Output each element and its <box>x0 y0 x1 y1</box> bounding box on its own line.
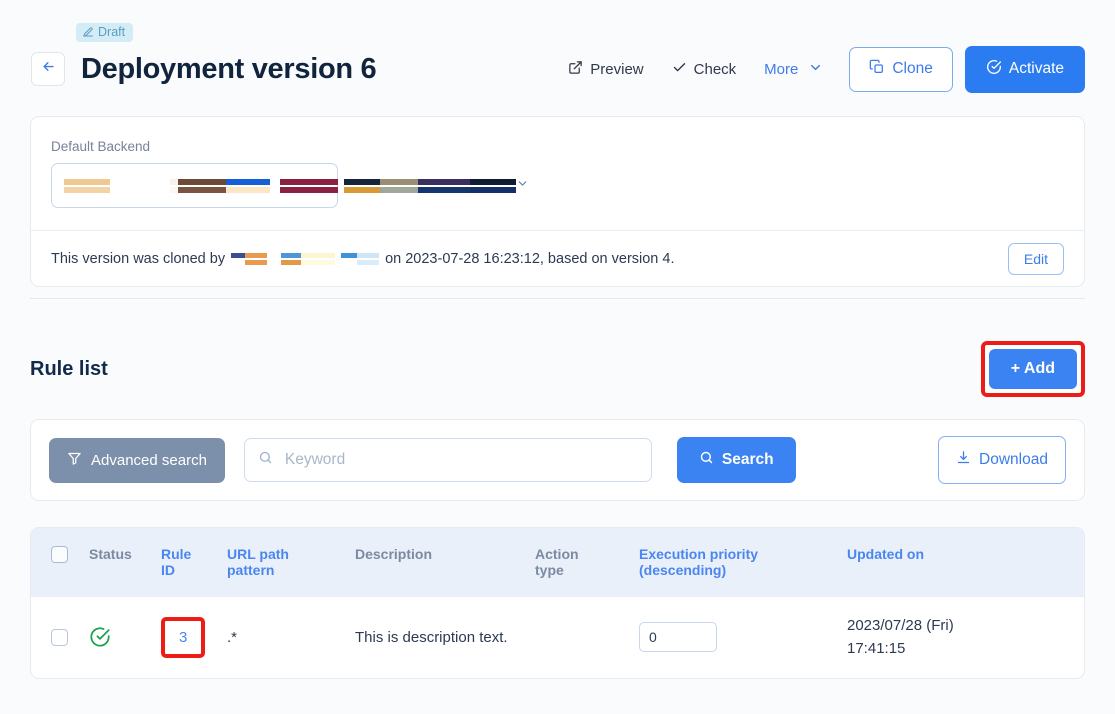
back-button[interactable] <box>31 52 65 86</box>
redacted-username <box>231 252 380 265</box>
download-button[interactable]: Download <box>938 436 1066 484</box>
row-select-cell <box>31 597 89 678</box>
table-row: 3 .* This is description text. 2023/07/2… <box>31 596 1084 678</box>
search-icon <box>258 450 273 470</box>
column-header-action-type: Action type <box>535 546 579 578</box>
rule-table-card: Status Rule ID URL path pattern Descript… <box>30 527 1085 679</box>
page-title: Deployment version 6 <box>81 52 377 85</box>
copy-icon <box>869 59 885 80</box>
row-url-pattern-cell: .* <box>227 628 238 646</box>
activate-button[interactable]: Activate <box>964 45 1085 93</box>
search-label: Search <box>721 451 774 468</box>
download-label: Download <box>979 451 1048 468</box>
chevron-down-icon <box>516 177 529 195</box>
preview-button[interactable]: Preview <box>554 52 657 87</box>
header-actions: Preview Check More Clone Activate <box>554 45 1085 93</box>
row-status-cell <box>89 597 161 678</box>
clone-label: Clone <box>892 60 933 77</box>
pencil-icon <box>82 26 94 38</box>
add-button-highlight: + Add <box>980 341 1085 397</box>
default-backend-select[interactable] <box>51 163 527 208</box>
row-description-cell: This is description text. <box>355 628 508 646</box>
chevron-down-icon <box>805 60 823 79</box>
filter-icon <box>67 451 82 470</box>
rule-id-link[interactable]: 3 <box>179 629 187 646</box>
clone-info-suffix: on 2023-07-28 16:23:12, based on version… <box>385 250 675 267</box>
rule-table: Status Rule ID URL path pattern Descript… <box>31 528 1084 678</box>
edit-button[interactable]: Edit <box>1007 242 1064 275</box>
status-badge: Draft <box>76 23 134 42</box>
select-all-checkbox[interactable] <box>51 546 68 563</box>
column-header-updated-on[interactable]: Updated on <box>847 528 1084 597</box>
check-circle-icon <box>89 626 161 648</box>
column-header-rule-id[interactable]: Rule ID <box>161 528 227 597</box>
updated-date: 2023/07/28 (Fri) <box>847 617 954 634</box>
default-backend-label: Default Backend <box>51 139 151 154</box>
check-circle-icon <box>986 59 1002 80</box>
select-all-header <box>31 528 89 597</box>
row-action-type-cell <box>535 597 639 678</box>
rule-list-title: Rule list <box>30 357 108 380</box>
column-header-url-path-pattern[interactable]: URL path pattern <box>227 528 355 597</box>
row-updated-cell: 2023/07/28 (Fri) 17:41:15 <box>847 597 1084 678</box>
clone-info-line: This version was cloned by on 2023-07-28… <box>31 231 1084 286</box>
download-icon <box>956 450 971 470</box>
title-row: Deployment version 6 Preview Check More … <box>0 45 1115 93</box>
rule-id-highlight: 3 <box>161 616 206 658</box>
clone-button[interactable]: Clone <box>849 46 953 92</box>
check-label: Check <box>693 60 737 78</box>
add-button[interactable]: + Add <box>988 349 1077 389</box>
section-divider <box>30 298 1085 299</box>
search-toolbar: Advanced search Search Download <box>30 419 1085 501</box>
advanced-search-button[interactable]: Advanced search <box>49 437 225 483</box>
preview-label: Preview <box>590 60 644 78</box>
keyword-search-box[interactable] <box>243 438 652 482</box>
search-button[interactable]: Search <box>676 437 796 483</box>
search-icon <box>699 450 714 470</box>
check-icon <box>672 60 687 79</box>
more-label: More <box>764 60 799 78</box>
rule-list-header: Rule list + Add <box>30 341 1085 397</box>
updated-time: 17:41:15 <box>847 640 906 658</box>
external-link-icon <box>568 60 583 79</box>
row-priority-cell <box>639 597 847 678</box>
activate-label: Activate <box>1008 60 1064 77</box>
advanced-search-label: Advanced search <box>91 451 207 469</box>
arrow-left-icon <box>41 59 56 79</box>
redacted-backend-value <box>64 178 516 193</box>
row-checkbox[interactable] <box>51 628 68 646</box>
table-body: 3 .* This is description text. 2023/07/2… <box>31 596 1084 678</box>
clone-info-prefix: This version was cloned by <box>51 250 226 267</box>
column-header-execution-priority[interactable]: Execution priority (descending) <box>639 528 847 597</box>
priority-input[interactable] <box>639 622 717 653</box>
table-header-row: Status Rule ID URL path pattern Descript… <box>31 528 1084 597</box>
search-input[interactable] <box>282 450 638 470</box>
table-head: Status Rule ID URL path pattern Descript… <box>31 528 1084 597</box>
row-rule-id-cell: 3 <box>161 597 227 678</box>
column-header-description: Description <box>355 546 433 562</box>
column-header-status: Status <box>89 546 132 562</box>
more-dropdown-button[interactable]: More <box>750 52 837 87</box>
default-backend-card: Default Backend This version was cloned … <box>30 116 1085 287</box>
status-badge-label: Draft <box>98 25 126 39</box>
check-button[interactable]: Check <box>658 52 751 87</box>
